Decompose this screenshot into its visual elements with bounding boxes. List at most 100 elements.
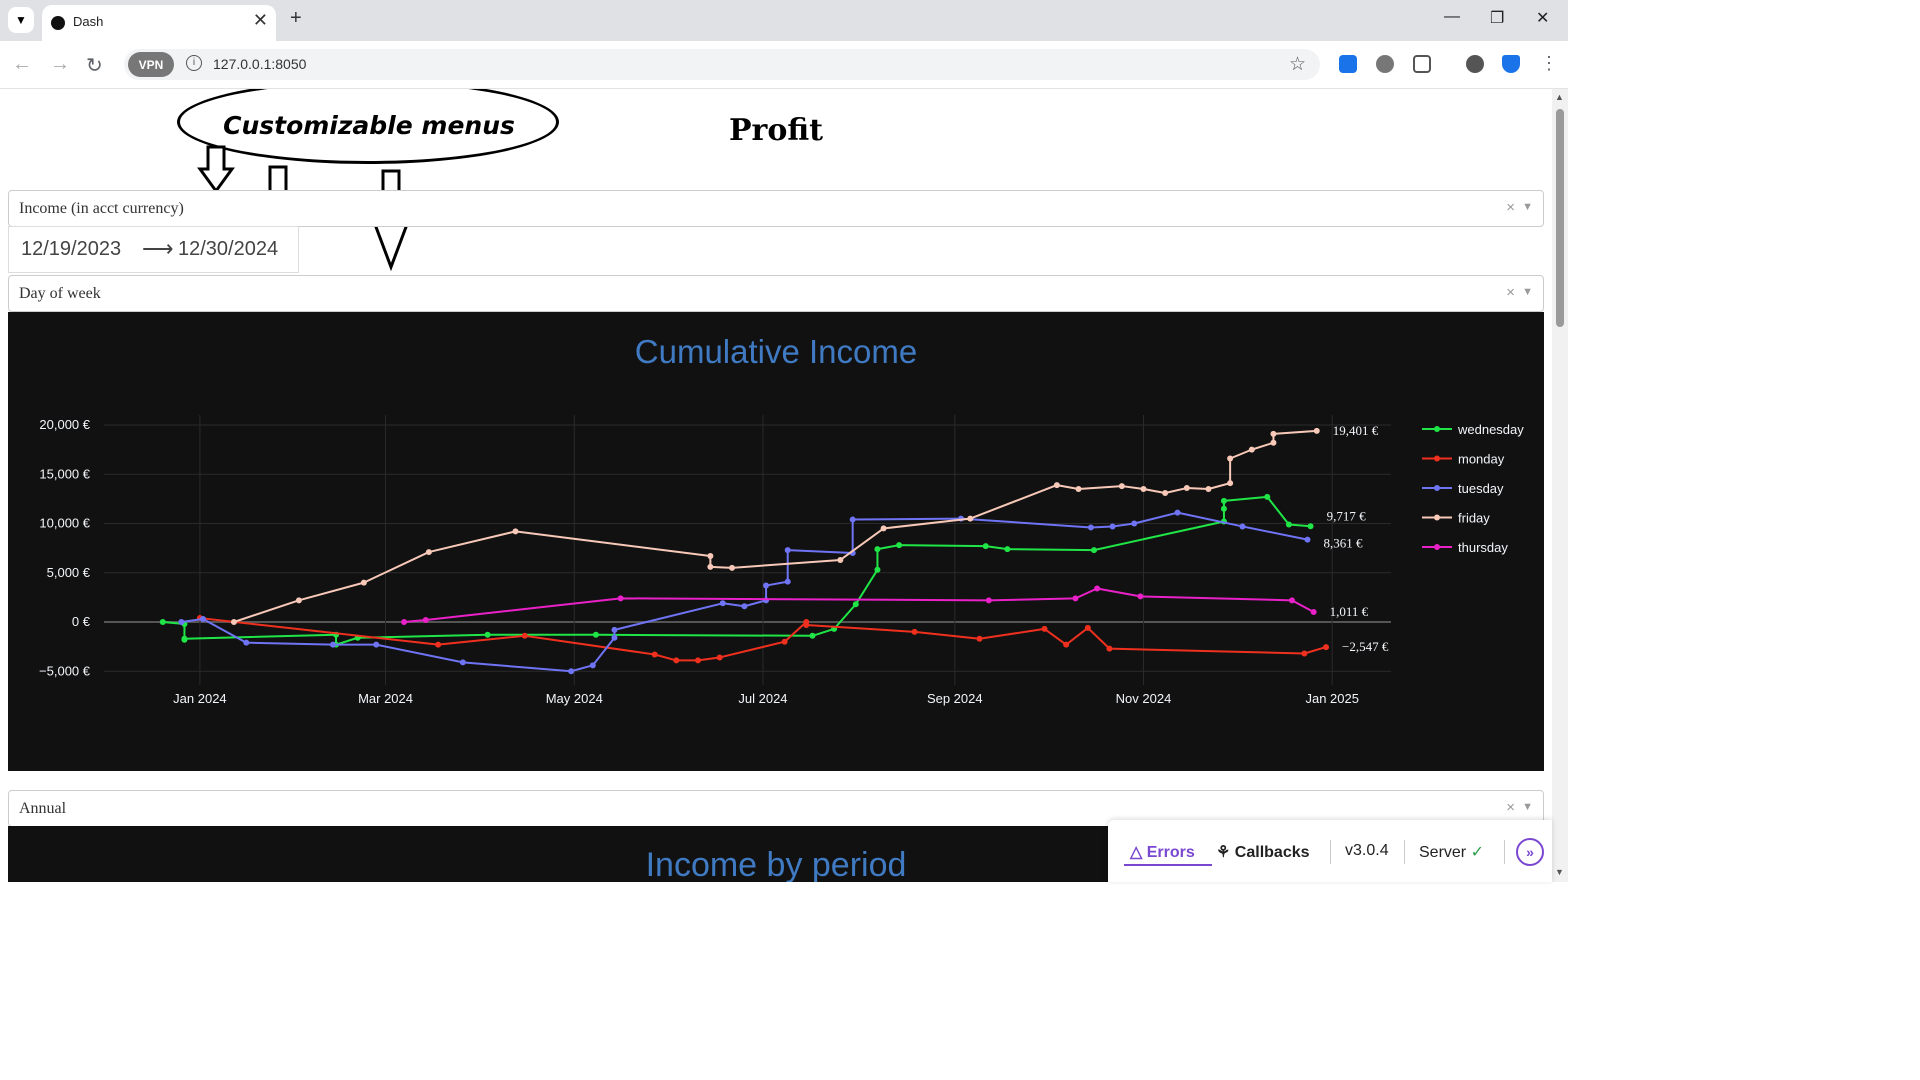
data-point-tuesday — [459, 659, 466, 666]
x-tick-label: May 2024 — [546, 691, 603, 706]
data-point-friday — [1205, 486, 1212, 493]
end-label-friday: 19,401 € — [1333, 423, 1379, 438]
series-line-thursday — [404, 587, 1315, 623]
data-point-wednesday — [982, 543, 989, 550]
vpn-badge[interactable]: VPN — [128, 52, 174, 77]
clear-icon[interactable]: × — [1506, 284, 1515, 301]
legend-marker-tuesday — [1434, 485, 1440, 491]
new-tab-button[interactable]: + — [290, 7, 302, 30]
caret-down-icon[interactable]: ▼ — [1522, 801, 1533, 813]
collapse-devtools-icon[interactable]: » — [1516, 838, 1544, 866]
data-point-tuesday — [1087, 524, 1094, 531]
data-point-wednesday — [592, 631, 599, 638]
shield-check-icon[interactable] — [1502, 55, 1520, 73]
close-tab-icon[interactable]: ✕ — [253, 10, 268, 31]
x-tick-label: Jul 2024 — [738, 691, 787, 706]
restore-icon[interactable]: ❐ — [1490, 8, 1504, 28]
end-date-input[interactable]: 12/30/2024 — [178, 238, 278, 261]
data-point-wednesday — [874, 546, 881, 553]
data-point-thursday — [617, 595, 624, 602]
legend-label-friday: friday — [1458, 511, 1490, 526]
data-point-monday — [651, 651, 658, 658]
data-point-monday — [976, 635, 983, 642]
series-line-friday — [233, 429, 1317, 623]
reload-icon[interactable]: ↻ — [86, 53, 103, 78]
data-point-wednesday — [1220, 505, 1227, 512]
browser-menu-icon[interactable]: ⋮ — [1540, 53, 1558, 74]
data-point-tuesday — [373, 641, 380, 648]
legend-label-wednesday: wednesday — [1457, 422, 1524, 437]
data-point-wednesday — [1091, 547, 1097, 554]
errors-underline — [1124, 864, 1212, 866]
start-date-input[interactable]: 12/19/2023 — [21, 238, 121, 261]
data-point-monday — [1063, 641, 1070, 648]
data-point-friday — [295, 597, 302, 604]
data-point-tuesday — [178, 619, 185, 625]
minimize-icon[interactable]: — — [1444, 8, 1460, 26]
clear-icon[interactable]: × — [1506, 199, 1515, 216]
data-point-wednesday — [1264, 493, 1271, 500]
data-point-monday — [1106, 645, 1113, 652]
data-point-friday — [360, 579, 367, 586]
scroll-up-icon[interactable]: ▲ — [1555, 92, 1564, 102]
caret-down-icon[interactable]: ▼ — [1522, 201, 1533, 213]
data-point-thursday — [985, 597, 992, 604]
legend-label-tuesday: tuesday — [1458, 481, 1504, 496]
errors-tab[interactable]: △ Errors — [1130, 842, 1195, 862]
data-point-monday — [716, 654, 723, 661]
address-bar[interactable]: VPN i 127.0.0.1:8050 ☆ — [124, 49, 1320, 80]
divider — [1504, 840, 1505, 864]
gear-extension-icon[interactable] — [1376, 55, 1394, 73]
puzzle-extensions-icon[interactable] — [1413, 55, 1431, 73]
data-point-tuesday — [1131, 520, 1138, 527]
url-text[interactable]: 127.0.0.1:8050 — [213, 56, 306, 72]
forward-icon[interactable]: → — [50, 53, 70, 76]
data-point-friday — [230, 619, 237, 625]
data-point-wednesday — [874, 566, 881, 573]
scroll-down-icon[interactable]: ▼ — [1555, 867, 1564, 877]
data-point-friday — [707, 563, 714, 570]
date-range-picker[interactable]: 12/19/2023 ⟶ 12/30/2024 — [8, 226, 299, 273]
data-point-thursday — [1310, 609, 1317, 616]
x-tick-label: Mar 2024 — [358, 691, 413, 706]
tab-title: Dash — [73, 14, 104, 29]
legend-marker-friday — [1434, 514, 1440, 521]
server-status[interactable]: Server ✓ — [1419, 842, 1484, 862]
bookmark-star-icon[interactable]: ☆ — [1289, 53, 1306, 76]
scroll-thumb[interactable] — [1556, 109, 1564, 327]
data-point-monday — [1323, 644, 1330, 651]
data-point-wednesday — [1220, 497, 1227, 504]
x-tick-label: Nov 2024 — [1116, 691, 1172, 706]
shield-extension-icon[interactable] — [1339, 55, 1357, 73]
page-scrollbar[interactable]: ▲ ▼ — [1552, 89, 1568, 882]
y-tick-label: 10,000 € — [39, 516, 90, 531]
close-window-icon[interactable]: ✕ — [1536, 8, 1549, 28]
metric-dropdown[interactable]: Income (in acct currency) × ▼ — [8, 190, 1544, 227]
y-tick-label: 20,000 € — [39, 417, 90, 432]
legend-label-monday: monday — [1458, 452, 1505, 467]
end-label-thursday: 1,011 € — [1330, 604, 1369, 619]
browser-tab[interactable]: Dash ✕ — [42, 5, 276, 41]
dash-favicon-icon — [51, 16, 65, 30]
dash-devtools-bar: △ Errors ⚘ Callbacks v3.0.4 Server ✓ » — [1108, 820, 1552, 882]
tab-search-button[interactable]: ▼ — [8, 7, 34, 33]
data-point-thursday — [1137, 593, 1144, 600]
site-info-icon[interactable]: i — [186, 55, 202, 71]
cumulative-income-chart[interactable]: Cumulative Income 20,000 € 15,000 € 10,000 … — [8, 312, 1544, 771]
caret-down-icon[interactable]: ▼ — [1522, 286, 1533, 298]
group-dropdown[interactable]: Day of week × ▼ — [8, 275, 1544, 312]
data-point-wednesday — [181, 635, 188, 642]
back-icon[interactable]: ← — [12, 53, 32, 76]
x-tick-label: Jan 2024 — [173, 691, 227, 706]
data-point-friday — [837, 556, 844, 563]
legend-label-thursday: thursday — [1458, 540, 1508, 555]
data-point-friday — [425, 549, 432, 556]
clear-icon[interactable]: × — [1506, 799, 1515, 816]
data-point-tuesday — [243, 639, 250, 646]
data-point-friday — [967, 515, 974, 522]
data-point-tuesday — [589, 662, 596, 669]
callbacks-tab[interactable]: ⚘ Callbacks — [1216, 842, 1310, 862]
data-point-tuesday — [568, 668, 575, 675]
profile-avatar-icon[interactable] — [1466, 55, 1484, 73]
data-point-monday — [803, 621, 810, 628]
